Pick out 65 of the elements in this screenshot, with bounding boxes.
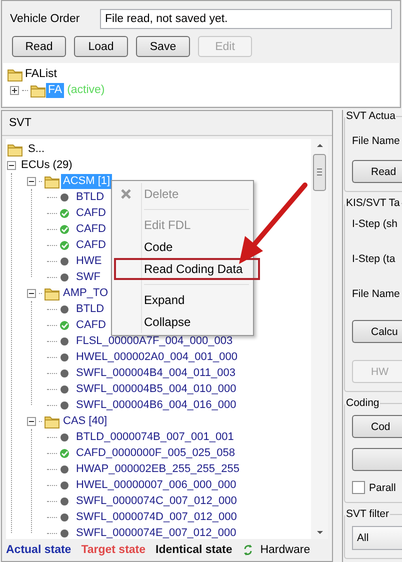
group-title: SVT filter	[345, 508, 390, 520]
refresh-icon	[242, 543, 254, 557]
scroll-up-icon[interactable]	[316, 142, 324, 148]
group-title: SVT Actua	[345, 110, 396, 122]
menu-item[interactable]: Read Coding Data	[114, 258, 260, 280]
tree-item[interactable]: SWF	[74, 270, 102, 284]
tree-item[interactable]: SWFL_0000074C_007_012_000	[74, 494, 239, 508]
field-label: I-Step (ta	[352, 252, 396, 267]
legend-label: Identical state	[156, 544, 232, 556]
vehicle-order-field[interactable]: File read, not saved yet.	[100, 9, 392, 29]
tree-item[interactable]: SWFL_000004B6_004_016_000	[74, 398, 238, 412]
tree-item[interactable]: CAFD_0000000F_005_025_058	[74, 446, 238, 460]
tree-item[interactable]: CAFD	[74, 318, 108, 332]
field-label: File Name	[352, 134, 401, 149]
menu-item[interactable]: Collapse	[114, 311, 197, 333]
expand-toggle[interactable]	[10, 86, 19, 94]
tree-item[interactable]: CAFD	[74, 222, 108, 236]
status-note: (active)	[67, 84, 105, 96]
group-title: Coding	[345, 397, 380, 409]
collapse-toggle[interactable]	[7, 160, 16, 170]
tree-item[interactable]: AMP_TO	[61, 286, 110, 300]
toolbar-button[interactable]: Read	[12, 36, 66, 57]
vehicle-order-label: Vehicle Order	[10, 13, 81, 25]
toolbar-button[interactable]: Save	[136, 36, 190, 57]
scrollbar-thumb[interactable]	[313, 154, 326, 191]
tree-item[interactable]: CAFD	[74, 238, 108, 252]
tree-item[interactable]: HWEL_000002A0_004_001_000	[74, 350, 240, 364]
collapse-toggle[interactable]	[27, 288, 36, 298]
tree-item[interactable]: FAList	[23, 66, 59, 82]
tree-item[interactable]: CAFD	[74, 206, 108, 220]
panel-title: SVT	[2, 111, 332, 136]
menu-item[interactable]: Code	[114, 236, 179, 258]
field-label: I-Step (sh	[352, 217, 399, 232]
collapse-toggle[interactable]	[27, 416, 36, 426]
filter-select[interactable]: All	[352, 526, 402, 550]
scrollbar[interactable]	[311, 139, 328, 539]
tree-item[interactable]: BTLD	[74, 190, 106, 204]
tree-item[interactable]: SWFL_000004B5_004_010_000	[74, 382, 238, 396]
action-button[interactable]: Read	[352, 160, 402, 183]
tree-item[interactable]: CAS [40]	[61, 414, 110, 428]
tree-item[interactable]: SWFL_0000074E_007_012_000	[74, 526, 238, 539]
scroll-down-icon[interactable]	[316, 530, 324, 536]
tree-item[interactable]: S...	[26, 142, 47, 156]
legend-label: Target state	[81, 544, 146, 556]
tree-item[interactable]: SWFL_000004B4_004_011_003	[74, 366, 238, 380]
delete-icon	[120, 188, 132, 200]
tree-item[interactable]: HWAP_000002EB_255_255_255	[74, 462, 242, 476]
legend-label: Actual state	[6, 544, 72, 556]
tree-item[interactable]: FLSL_00000A7F_004_000_003	[74, 334, 235, 348]
toolbar-button[interactable]: Load	[74, 36, 128, 57]
tree-item[interactable]: HWEL_00000007_006_000_000	[74, 478, 238, 492]
tree-item[interactable]: HWE	[74, 254, 104, 268]
action-button[interactable]: Calcu	[352, 320, 402, 343]
tree-item[interactable]: SWFL_0000074D_007_012_000	[74, 510, 239, 524]
legend-label: Hardware	[260, 544, 310, 556]
action-button[interactable]	[352, 448, 402, 471]
field-label: File Name	[352, 287, 401, 302]
group-title: KIS/SVT Ta	[345, 197, 401, 209]
menu-item[interactable]: Expand	[114, 289, 191, 311]
tree-item[interactable]: ECUs (29)	[19, 158, 74, 172]
action-button[interactable]: Cod	[352, 415, 402, 438]
tree-item[interactable]: BTLD	[74, 302, 106, 316]
checkbox[interactable]: Parall	[352, 481, 402, 494]
tree-item[interactable]: BTLD_0000074B_007_001_001	[74, 430, 236, 444]
collapse-toggle[interactable]	[27, 176, 36, 186]
